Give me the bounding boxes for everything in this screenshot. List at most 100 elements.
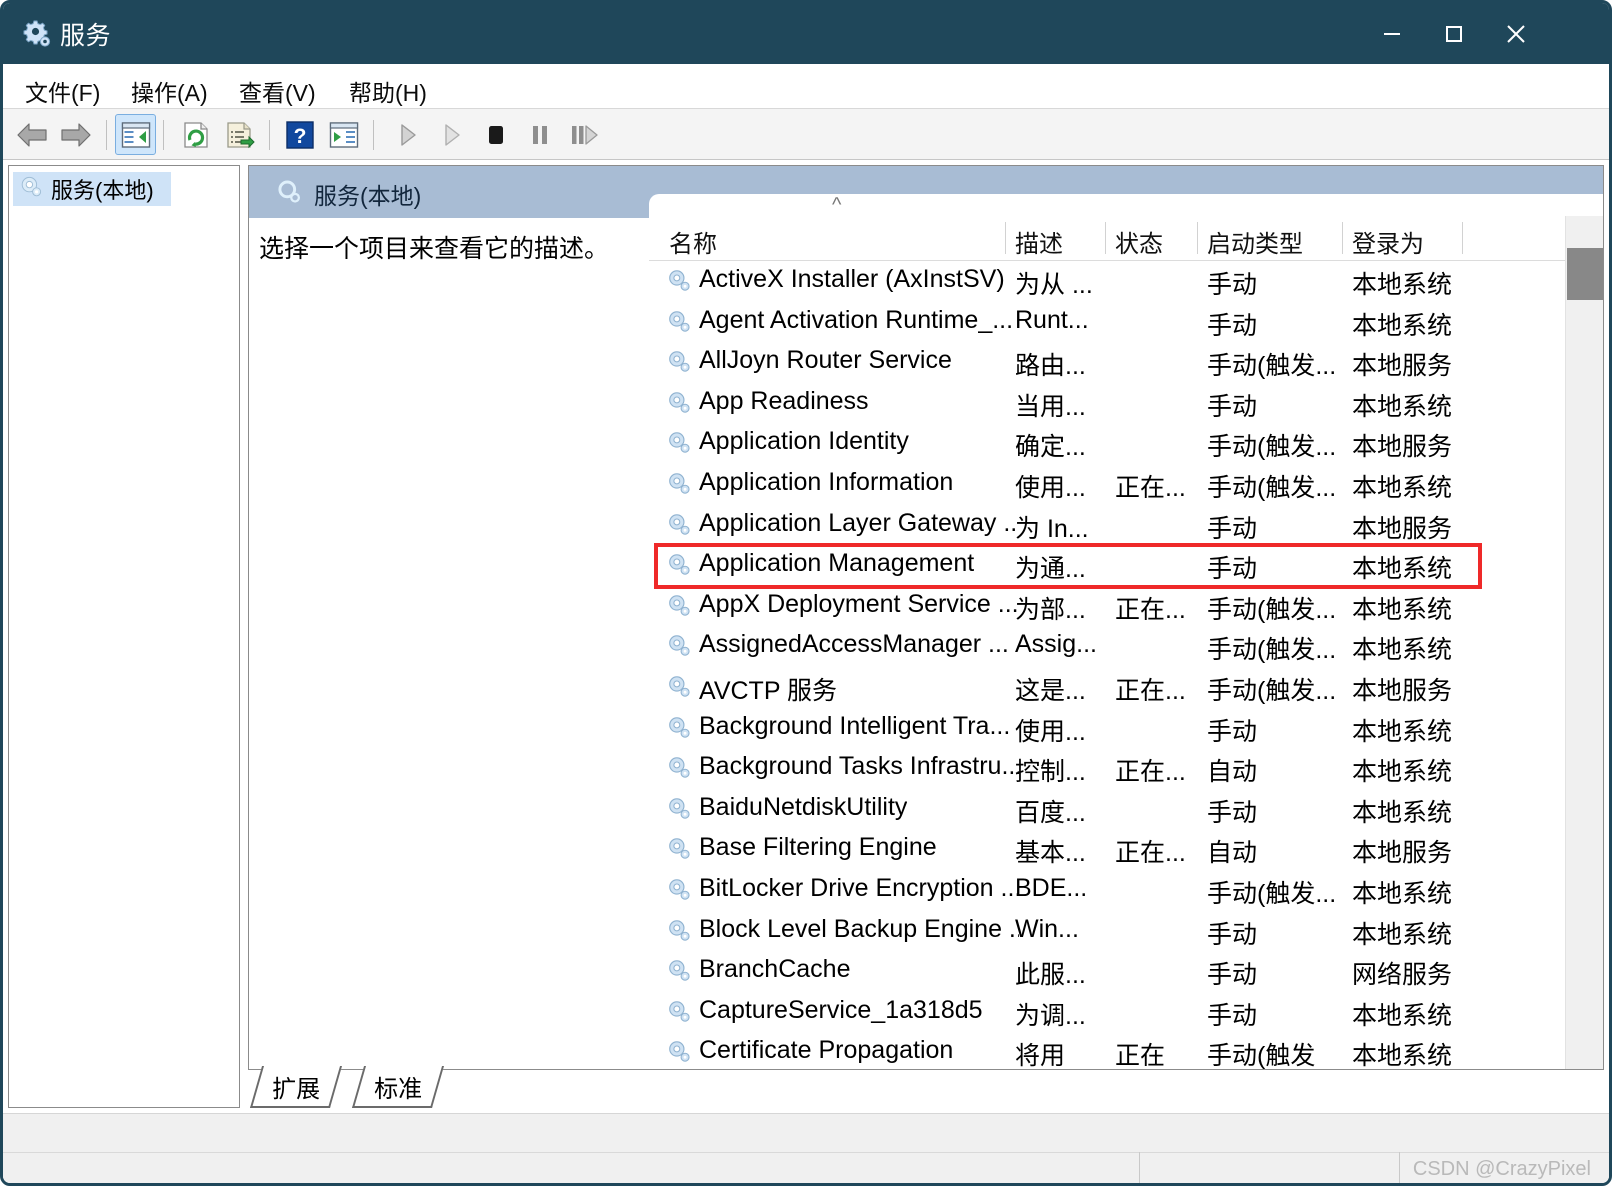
column-status[interactable]: 状态 [1115, 224, 1163, 259]
start-service-icon[interactable] [387, 114, 428, 155]
table-row[interactable]: ActiveX Installer (AxInstSV) 为从 ... 手动 本地系统 [649, 261, 1565, 302]
table-row[interactable]: Application Layer Gateway ... 为 In... 手动 本地… [649, 505, 1565, 546]
column-divider[interactable] [1197, 222, 1198, 254]
table-row[interactable]: Application Information 使用... 正在... 手动(触发..… [649, 464, 1565, 505]
cell-description: 为 In... [1015, 514, 1089, 543]
service-gear-icon [666, 633, 692, 664]
show-hide-console-tree-icon[interactable] [115, 114, 156, 155]
table-row[interactable]: BaiduNetdiskUtility 百度... 手动 本地系统 [649, 789, 1565, 830]
cell-description: 控制... [1015, 758, 1086, 787]
service-gear-icon [666, 715, 692, 746]
cell-startup-type: 手动(触发... [1207, 433, 1337, 462]
cell-service-name: Block Level Backup Engine ... [699, 914, 1019, 943]
tab-standard[interactable]: 标准 [351, 1066, 445, 1108]
column-divider[interactable] [1005, 222, 1006, 254]
toolbar-separator [373, 120, 374, 150]
cell-startup-type: 手动 [1207, 798, 1258, 827]
vertical-scrollbar[interactable] [1565, 216, 1603, 1069]
table-row[interactable]: Block Level Backup Engine ... Win... 手动 本地系… [649, 911, 1565, 952]
cell-service-name: App Readiness [699, 386, 869, 415]
resume-service-icon[interactable] [431, 114, 472, 155]
cell-status: 正在... [1115, 595, 1186, 624]
export-list-icon[interactable] [219, 114, 260, 155]
back-icon[interactable] [11, 114, 52, 155]
restart-service-icon[interactable] [563, 114, 604, 155]
column-name[interactable]: 名称 [669, 224, 717, 259]
cell-service-name: ActiveX Installer (AxInstSV) [699, 265, 1005, 293]
table-row[interactable]: AVCTP 服务 这是... 正在... 手动(触发... 本地服务 [649, 667, 1565, 708]
table-row[interactable]: BitLocker Drive Encryption ... BDE... 手动(触… [649, 870, 1565, 911]
cell-status: 正在... [1115, 676, 1186, 705]
table-row[interactable]: BranchCache 此服... 手动 网络服务 [649, 951, 1565, 992]
cell-service-name: AppX Deployment Service ... [699, 589, 1019, 618]
cell-description: 为通... [1015, 555, 1086, 584]
cell-service-name: Application Management [699, 549, 975, 578]
table-row[interactable]: Background Tasks Infrastru... 控制... 正在... 自… [649, 748, 1565, 789]
table-row[interactable]: Application Identity 确定... 手动(触发... 本地服务 [649, 423, 1565, 464]
menu-file[interactable]: 文件(F) [21, 72, 104, 110]
cell-service-name: Background Intelligent Tra... [699, 711, 1011, 740]
list-column-header: 名称 描述 状态 启动类型 登录为 [649, 216, 1565, 261]
svg-text:?: ? [293, 125, 306, 148]
cell-startup-type: 手动(触发... [1207, 595, 1337, 624]
console-tree-pane: 服务(本地) [8, 165, 240, 1108]
column-log-on-as[interactable]: 登录为 [1352, 224, 1424, 259]
status-bar-divider [3, 1152, 1609, 1153]
stop-service-icon[interactable] [475, 114, 516, 155]
properties-icon[interactable] [323, 114, 364, 155]
cell-description: 确定... [1015, 433, 1086, 462]
cell-log-on-as: 本地系统 [1352, 1001, 1453, 1030]
cell-description: 此服... [1015, 961, 1086, 990]
help-icon[interactable]: ? [279, 114, 320, 155]
refresh-icon[interactable] [175, 114, 216, 155]
scrollbar-thumb[interactable] [1567, 248, 1603, 300]
tree-item-services-local[interactable]: 服务(本地) [13, 172, 171, 206]
cell-startup-type: 手动(触发... [1207, 473, 1337, 502]
minimize-icon[interactable] [1361, 3, 1423, 64]
cell-startup-type: 手动(触发... [1207, 636, 1337, 665]
menu-help[interactable]: 帮助(H) [345, 72, 431, 110]
close-icon[interactable] [1485, 3, 1547, 64]
table-row[interactable]: AllJoyn Router Service 路由... 手动(触发... 本地服务 [649, 342, 1565, 383]
cell-description: 这是... [1015, 676, 1086, 705]
menu-action[interactable]: 操作(A) [127, 72, 212, 110]
table-row[interactable]: Certificate Propagation 将用 正在 手动(触发 本地系统 [649, 1032, 1565, 1069]
console-body: 服务(本地) 服务(本地) 选择一个项目来查看它的描述。 ^ 名称 描述 状态 … [3, 160, 1609, 1113]
tab-extended-label: 扩展 [272, 1075, 321, 1103]
cell-service-name: AVCTP 服务 [699, 676, 837, 705]
tab-extended[interactable]: 扩展 [249, 1066, 343, 1108]
cell-service-name: AllJoyn Router Service [699, 346, 952, 375]
cell-description: Assig... [1015, 630, 1097, 659]
cell-log-on-as: 本地服务 [1352, 676, 1453, 705]
cell-service-name: BitLocker Drive Encryption ... [699, 873, 1019, 902]
cell-log-on-as: 本地系统 [1352, 1042, 1453, 1069]
cell-log-on-as: 本地系统 [1352, 473, 1453, 502]
pause-service-icon[interactable] [519, 114, 560, 155]
maximize-icon[interactable] [1423, 3, 1485, 64]
service-gear-icon [666, 268, 692, 299]
table-row[interactable]: AppX Deployment Service ... 为部... 正在... 手动(… [649, 586, 1565, 627]
menu-bar: 文件(F) 操作(A) 查看(V) 帮助(H) [3, 64, 1609, 109]
cell-log-on-as: 本地系统 [1352, 717, 1453, 746]
service-gear-icon [666, 796, 692, 827]
cell-service-name: Certificate Propagation [699, 1036, 954, 1065]
column-divider[interactable] [1105, 222, 1106, 254]
table-row[interactable]: AssignedAccessManager ... Assig... 手动(触发..… [649, 626, 1565, 667]
column-divider[interactable] [1342, 222, 1343, 254]
column-divider[interactable] [1462, 222, 1463, 254]
table-row[interactable]: Agent Activation Runtime_... Runt... 手动 本地系… [649, 302, 1565, 343]
table-row[interactable]: CaptureService_1a318d5 为调... 手动 本地系统 [649, 992, 1565, 1033]
cell-description: 使用... [1015, 473, 1086, 502]
table-row[interactable]: Application Management 为通... 手动 本地系统 [649, 545, 1565, 586]
column-startup-type[interactable]: 启动类型 [1207, 224, 1303, 259]
table-row[interactable]: Base Filtering Engine 基本... 正在... 自动 本地服务 [649, 829, 1565, 870]
table-row[interactable]: App Readiness 当用... 手动 本地系统 [649, 383, 1565, 424]
cell-log-on-as: 本地服务 [1352, 352, 1453, 381]
service-gear-icon [666, 674, 692, 705]
forward-icon[interactable] [55, 114, 96, 155]
table-row[interactable]: Background Intelligent Tra... 使用... 手动 本地系统 [649, 708, 1565, 749]
menu-view[interactable]: 查看(V) [235, 72, 320, 110]
column-description[interactable]: 描述 [1015, 224, 1063, 259]
services-window: 服务 文件(F) 操作(A) 查看(V) 帮助(H) ? 服务(本地) 服务(本… [0, 0, 1612, 1186]
cell-service-name: CaptureService_1a318d5 [699, 995, 983, 1024]
